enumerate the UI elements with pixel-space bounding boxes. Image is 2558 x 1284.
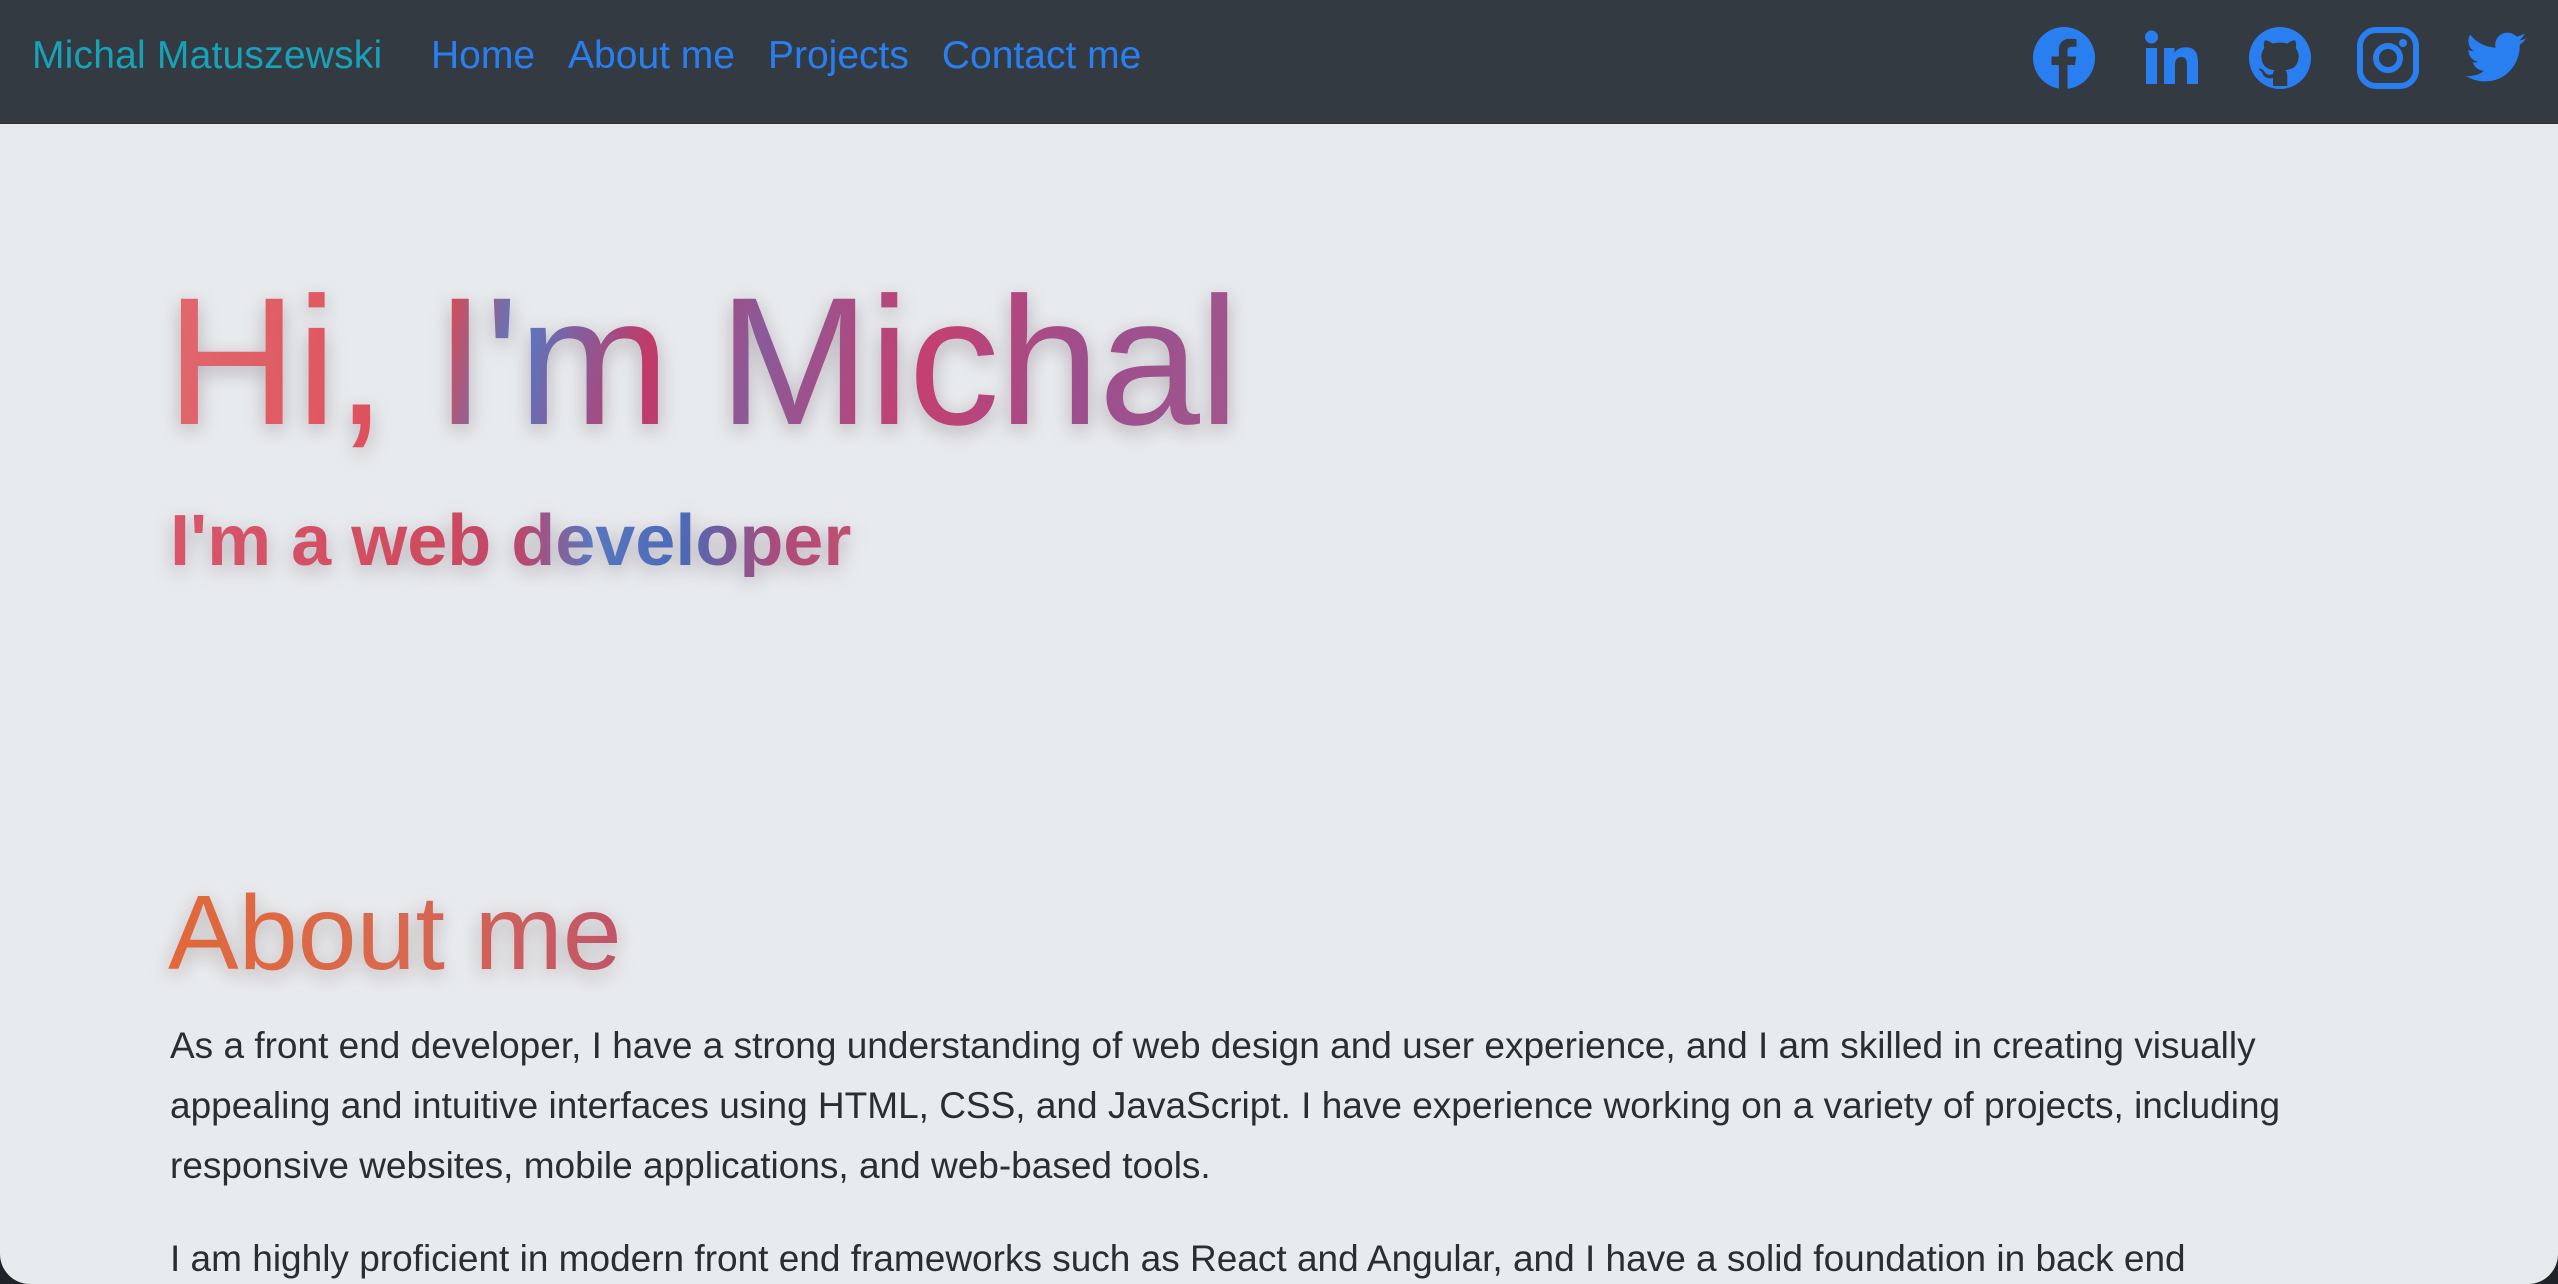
hero-title: Hi, I'm Michal	[166, 259, 1239, 463]
hero-subtitle: I'm a web developer	[170, 501, 852, 581]
navbar: Michal Matuszewski Home About me Project…	[0, 0, 2558, 124]
linkedin-icon[interactable]	[2140, 26, 2204, 90]
nav-link-contact[interactable]: Contact me	[942, 34, 1141, 78]
about-title: About me	[168, 874, 622, 992]
twitter-icon[interactable]	[2464, 26, 2528, 90]
facebook-icon[interactable]	[2032, 26, 2096, 90]
nav-link-about[interactable]: About me	[568, 34, 735, 78]
instagram-icon[interactable]	[2356, 26, 2420, 90]
social-links	[2032, 26, 2528, 90]
nav-link-home[interactable]: Home	[431, 34, 535, 78]
github-icon[interactable]	[2248, 26, 2312, 90]
nav-links: Home About me Projects Contact me	[431, 34, 1141, 78]
nav-link-projects[interactable]: Projects	[768, 34, 909, 78]
about-paragraph: I am highly proficient in modern front e…	[170, 1238, 2186, 1279]
browser-viewport: Michal Matuszewski Home About me Project…	[0, 0, 2558, 1284]
about-paragraph: As a front end developer, I have a stron…	[170, 1025, 2281, 1186]
brand-link[interactable]: Michal Matuszewski	[32, 34, 382, 78]
